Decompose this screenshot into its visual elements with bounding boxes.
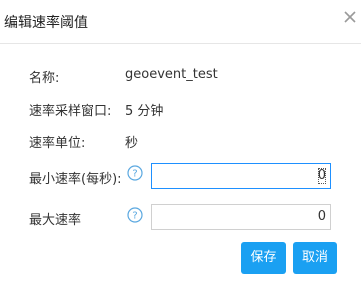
sampling-window-label: 速率采样窗口:: [29, 104, 112, 119]
name-label: 名称:: [29, 71, 60, 86]
dialog-header: 编辑速率阈值: [0, 0, 361, 44]
save-button[interactable]: 保存: [241, 242, 286, 274]
svg-text:?: ?: [132, 211, 137, 222]
sampling-window-value: 5 分钟: [125, 104, 164, 119]
min-rate-help-icon[interactable]: ?: [127, 165, 143, 181]
min-rate-input[interactable]: 0: [151, 163, 331, 189]
dialog-title: 编辑速率阈值: [4, 15, 88, 31]
max-rate-help-icon[interactable]: ?: [127, 207, 143, 223]
name-value: geoevent_test: [125, 67, 218, 82]
cancel-button[interactable]: 取消: [293, 242, 337, 274]
rate-unit-label: 速率单位:: [29, 136, 86, 151]
edit-rate-threshold-dialog: 编辑速率阈值 名称: geoevent_test 速率采样窗口: 5 分钟 速率…: [0, 0, 361, 288]
min-rate-label: 最小速率(每秒):: [29, 172, 122, 187]
max-rate-input[interactable]: 0: [151, 204, 331, 230]
max-rate-label: 最大速率: [29, 213, 82, 228]
rate-unit-value: 秒: [125, 136, 139, 151]
svg-text:?: ?: [132, 169, 137, 180]
max-rate-input-value: 0: [317, 209, 326, 224]
close-icon[interactable]: [342, 9, 358, 25]
min-rate-input-value: 0: [317, 168, 326, 184]
